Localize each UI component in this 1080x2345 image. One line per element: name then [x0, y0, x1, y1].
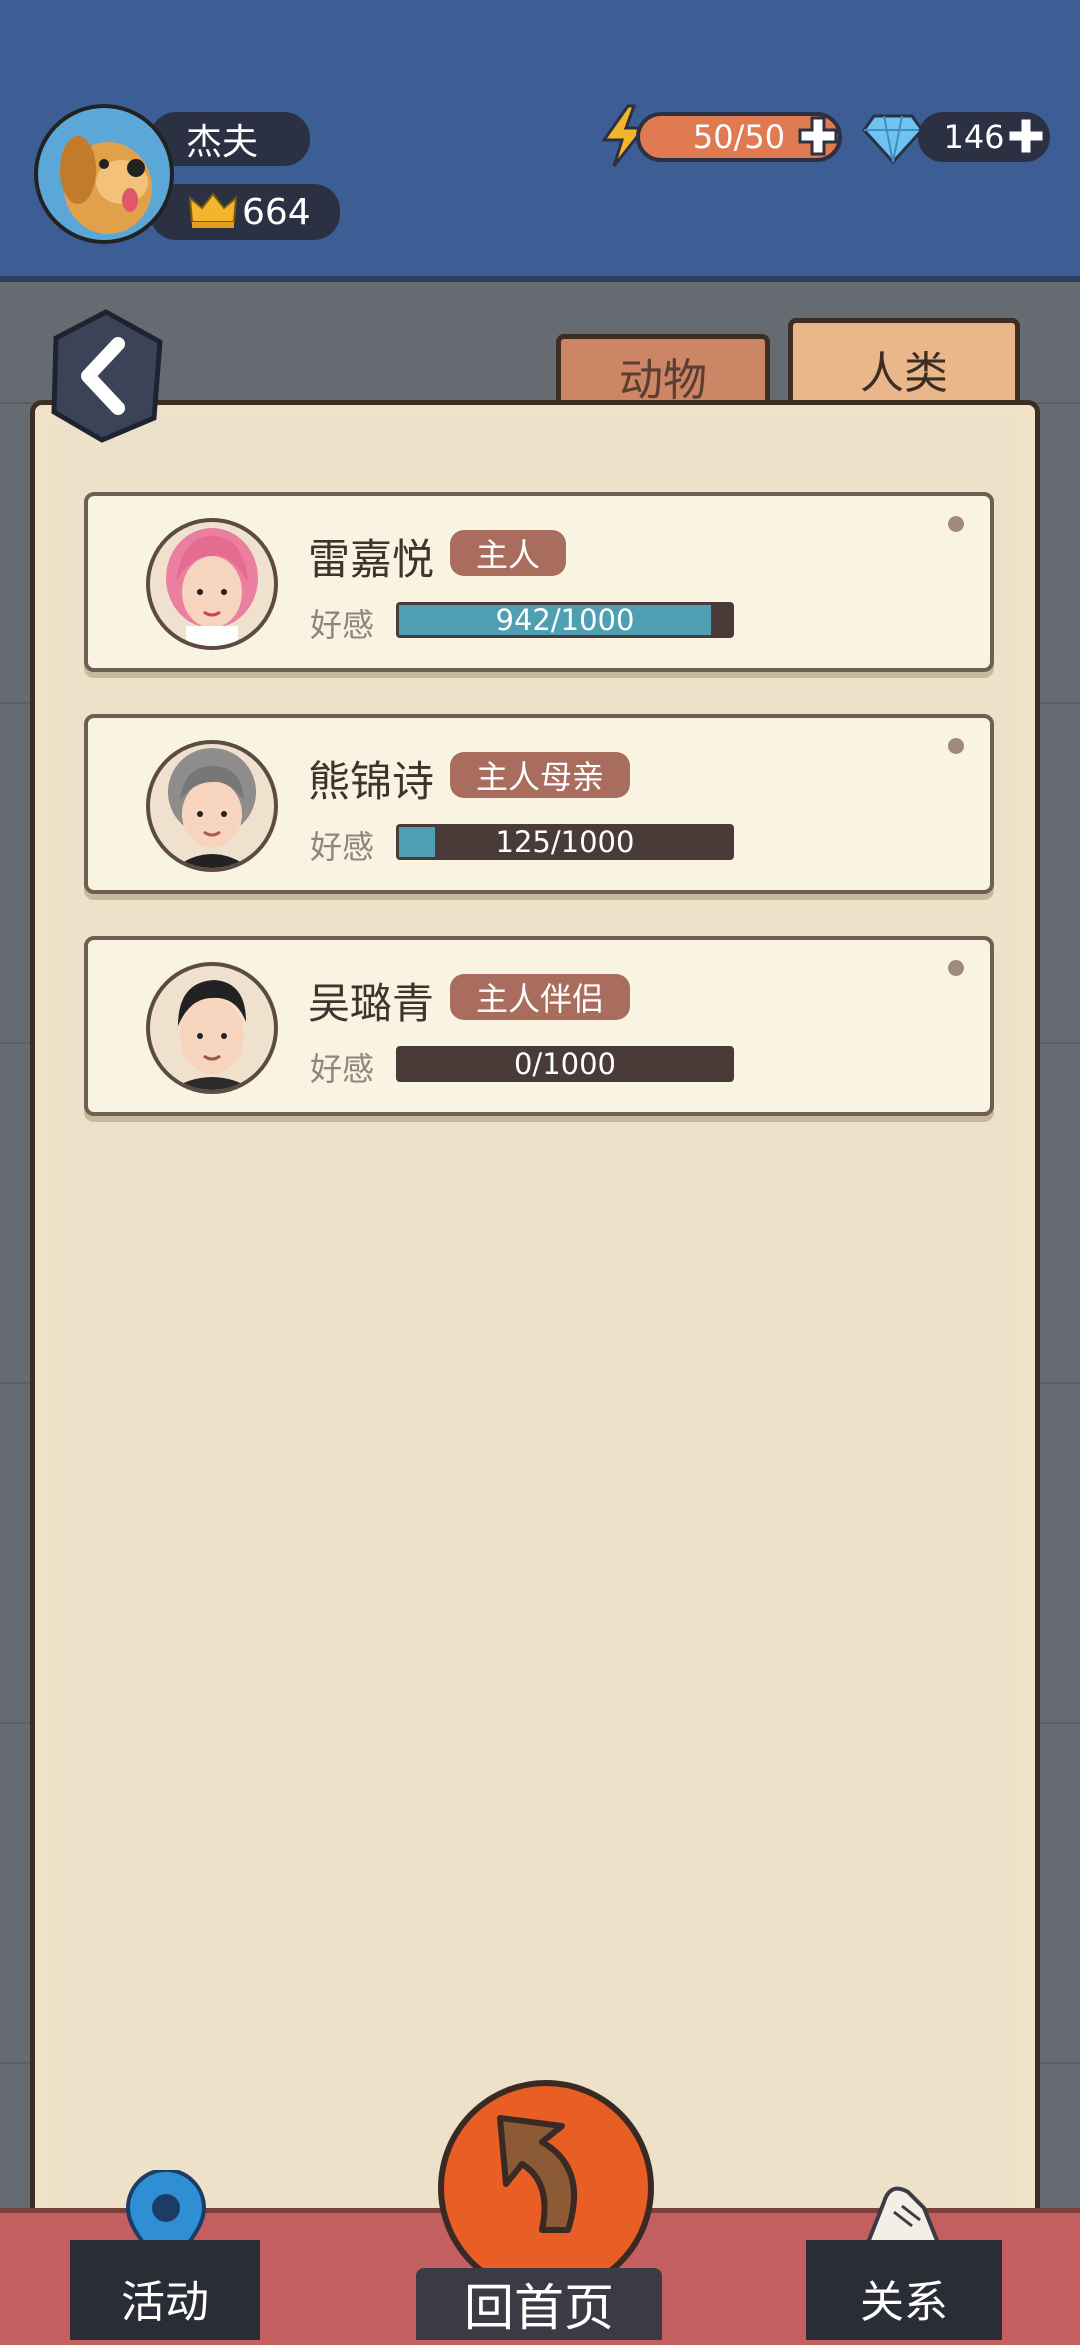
affection-bar: 0/1000: [396, 1046, 734, 1082]
return-arrow-icon: [497, 2115, 577, 2233]
portrait-owner-partner: [146, 962, 278, 1094]
add-gems-icon[interactable]: [1004, 114, 1048, 158]
relation-name: 雷嘉悦: [308, 535, 435, 584]
relation-card[interactable]: 熊锦诗 主人母亲 好感 125/1000: [84, 714, 994, 894]
back-button[interactable]: [46, 308, 166, 444]
add-energy-icon[interactable]: [796, 114, 840, 158]
role-tag: 主人伴侣: [450, 974, 631, 1020]
relation-card[interactable]: 吴璐青 主人伴侣 好感 0/1000: [84, 936, 994, 1116]
affection-label: 好感: [310, 1050, 375, 1088]
relation-card[interactable]: 雷嘉悦 主人 好感 942/1000: [84, 492, 994, 672]
player-avatar[interactable]: [34, 104, 174, 244]
gem-icon: [862, 114, 924, 164]
relation-name: 熊锦诗: [308, 757, 435, 806]
role-tag: 主人母亲: [450, 752, 631, 798]
relation-name: 吴璐青: [308, 979, 435, 1028]
affection-label: 好感: [310, 828, 375, 866]
affection-bar: 125/1000: [396, 824, 734, 860]
nav-relations-button[interactable]: 关系: [806, 2240, 1002, 2340]
portrait-owner: [146, 518, 278, 650]
top-status-bar: 杰夫 664 50/50 146: [0, 0, 1080, 282]
player-name: 杰夫: [150, 112, 310, 166]
affection-label: 好感: [310, 606, 375, 644]
nav-activity-button[interactable]: 活动: [70, 2240, 260, 2340]
relations-panel: [30, 400, 1040, 2220]
affection-bar: 942/1000: [396, 602, 734, 638]
portrait-owner-mother: [146, 740, 278, 872]
role-tag: 主人: [450, 530, 567, 576]
crown-count: 664: [150, 184, 340, 240]
dog-avatar-icon: [60, 136, 152, 234]
crown-icon: [188, 192, 238, 228]
home-button[interactable]: 回首页: [416, 2080, 662, 2340]
